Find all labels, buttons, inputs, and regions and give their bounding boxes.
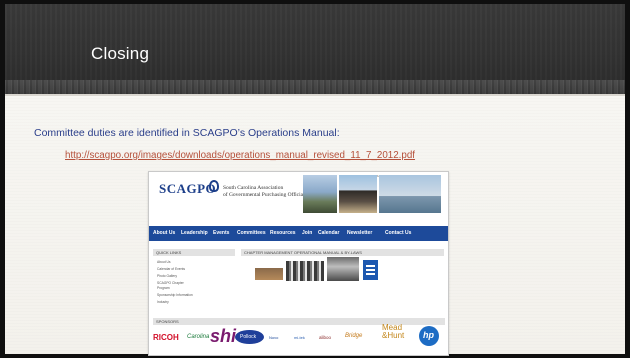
sidebar-item: About Us: [157, 260, 171, 264]
thumbnail-1: [255, 268, 283, 280]
sponsor-bridge-logo: Bridge: [345, 333, 363, 339]
slide-title: Closing: [91, 44, 150, 63]
logo-mark-icon: [209, 180, 219, 192]
header-photo-water: [379, 175, 441, 213]
sidebar-item: Sponsorship Information: [157, 293, 193, 297]
title-band: Closing: [5, 4, 625, 94]
hp-text: hp: [423, 330, 434, 340]
slide-content: Committee duties are identified in SCAGP…: [5, 94, 625, 356]
nav-item: Calendar: [318, 230, 340, 236]
document-icon: [363, 260, 378, 280]
nav-item: About Us: [153, 230, 176, 236]
operations-manual-link[interactable]: http://scagpo.org/images/downloads/opera…: [65, 150, 415, 161]
header-photo-trees: [303, 175, 337, 213]
sponsor-hp-logo: hp: [419, 326, 439, 346]
sponsor-logo: Novo: [269, 335, 279, 340]
nav-item: Events: [213, 230, 230, 236]
sponsor-ricoh-logo: RICOH: [153, 333, 179, 342]
sidebar-item: SCAGPO Chapter: [157, 281, 184, 285]
pollock-text: Pollock: [240, 334, 257, 340]
website-screenshot: SCAGPO South Carolina Association of Gov…: [148, 171, 449, 356]
org-line-2: of Governmental Purchasing Officials: [223, 191, 307, 198]
slide: Closing Committee duties are identified …: [0, 0, 630, 358]
site-nav: About Us Leadership Events Committees Re…: [149, 226, 448, 241]
nav-item: Resources: [270, 230, 296, 236]
title-band-texture: [5, 80, 625, 94]
main-heading: CHAPTER MANAGEMENT OPERATIONAL MANUAL & …: [241, 249, 444, 256]
sidebar-item: Industry: [157, 300, 169, 304]
site-org-name: South Carolina Association of Government…: [223, 185, 307, 198]
site-header: SCAGPO South Carolina Association of Gov…: [149, 172, 448, 216]
thumbnail-3: [327, 257, 359, 281]
nav-item: Contact Us: [385, 230, 412, 236]
sponsor-logo: aliboo: [319, 335, 332, 340]
sponsor-mead-hunt-logo: Mead &Hunt: [382, 324, 404, 340]
nav-item: Newsletter: [347, 230, 373, 236]
nav-item: Leadership: [181, 230, 208, 236]
sponsor-shi-logo: shi: [210, 326, 237, 346]
sponsor-pollock-logo: Pollock: [235, 330, 264, 344]
nav-item: Committees: [237, 230, 266, 236]
body-text: Committee duties are identified in SCAGP…: [34, 127, 340, 139]
sidebar-item: Photo Gallery: [157, 274, 177, 278]
site-logo: SCAGPO: [159, 181, 217, 196]
sidebar-item: Program: [157, 286, 170, 290]
nav-item: Join: [302, 230, 313, 236]
mead-line-2: &Hunt: [382, 331, 405, 340]
sidebar-heading: QUICK LINKS: [153, 249, 235, 256]
thumbnail-2: [286, 261, 324, 281]
sponsor-carolina-logo: Carolina: [187, 334, 210, 340]
header-photo-lighthouse: [339, 175, 377, 213]
sidebar-item: Calendar of Events: [157, 267, 186, 271]
sponsor-logo: mi-tek: [294, 335, 305, 340]
